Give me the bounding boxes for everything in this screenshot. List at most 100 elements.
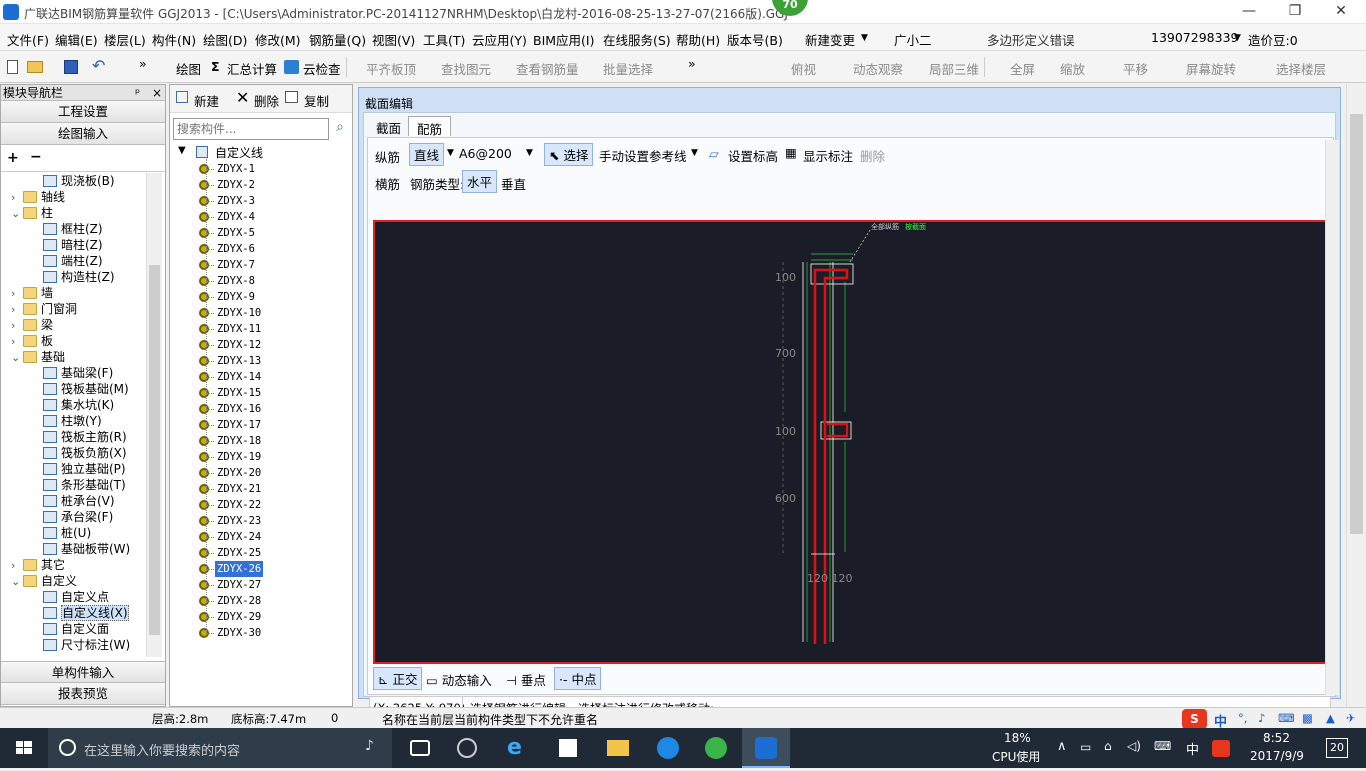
horizontal-button[interactable]: 水平 xyxy=(462,170,498,193)
chevron-down-icon[interactable]: ▼ xyxy=(447,148,454,158)
component-list-item[interactable]: ZDYX-11 xyxy=(199,321,263,337)
component-list-item[interactable]: ZDYX-27 xyxy=(199,577,263,593)
nav-tree-item[interactable]: 自定义面 xyxy=(43,621,109,637)
nav-tree-item[interactable]: ⌄ 基础 xyxy=(11,349,65,365)
windows-start-icon[interactable] xyxy=(0,728,48,768)
component-list-item[interactable]: ZDYX-4 xyxy=(199,209,257,225)
single-component-input-button[interactable]: 单构件输入 xyxy=(1,661,165,683)
pin-icon[interactable]: ᵖ xyxy=(135,85,140,101)
search-icon[interactable]: ⌕ xyxy=(331,119,349,139)
skin-icon[interactable]: ▩ xyxy=(1302,711,1313,725)
nav-tree-item[interactable]: › 墙 xyxy=(11,285,53,301)
vertical-button[interactable]: 垂直 xyxy=(501,174,526,193)
component-list-item[interactable]: ZDYX-14 xyxy=(199,369,263,385)
menu-cloud[interactable]: 云应用(Y) xyxy=(472,30,527,49)
menu-bim[interactable]: BIM应用(I) xyxy=(533,30,595,49)
show-dim-button[interactable]: 显示标注 xyxy=(803,146,853,165)
fullscreen-button[interactable]: 全屏 xyxy=(1010,59,1035,78)
midpoint-button[interactable]: ·- 中点 xyxy=(554,667,602,690)
pan-button[interactable]: 平移 xyxy=(1123,59,1148,78)
main-scrollbar[interactable] xyxy=(1346,84,1366,707)
zoom-button[interactable]: 缩放 xyxy=(1060,59,1085,78)
nav-tree-item[interactable]: 端柱(Z) xyxy=(43,253,103,269)
nav-tree-item[interactable]: 筏板主筋(R) xyxy=(43,429,127,445)
menu-floor[interactable]: 楼层(L) xyxy=(104,30,146,49)
expand-icon[interactable]: › xyxy=(11,302,23,318)
straight-line-button[interactable]: 直线 xyxy=(409,143,445,166)
component-list-item[interactable]: ZDYX-7 xyxy=(199,257,257,273)
component-list-item[interactable]: ZDYX-26 xyxy=(199,561,264,577)
batch-select-button[interactable]: 批量选择 xyxy=(603,59,653,78)
delete-component-button[interactable]: 删除 xyxy=(254,91,279,110)
nav-tree-item[interactable]: 构造柱(Z) xyxy=(43,269,115,285)
keyboard-icon[interactable]: ⌨ xyxy=(1278,711,1295,725)
nav-tree-item[interactable]: 条形基础(T) xyxy=(43,477,126,493)
file-explorer-icon[interactable] xyxy=(594,728,642,768)
rebar-canvas[interactable]: 全部纵筋 按截面 100 700 100 600 120 120 xyxy=(373,220,1336,664)
nav-tree-item[interactable]: 基础板带(W) xyxy=(43,541,130,557)
main-scrollbar-thumb[interactable] xyxy=(1350,114,1363,534)
edge-icon[interactable]: e xyxy=(492,728,540,768)
expand-all-icon[interactable]: + xyxy=(7,150,19,166)
menu-component[interactable]: 构件(N) xyxy=(152,30,196,49)
component-list-item[interactable]: ZDYX-21 xyxy=(199,481,263,497)
component-list-item[interactable]: ZDYX-29 xyxy=(199,609,263,625)
glodon-g-icon[interactable] xyxy=(644,728,692,768)
dynamic-input-button[interactable]: ▭ 动态输入 xyxy=(426,670,492,689)
store-icon[interactable] xyxy=(544,728,592,768)
flush-slab-button[interactable]: 平齐板顶 xyxy=(366,59,416,78)
component-list-item[interactable]: ZDYX-23 xyxy=(199,513,263,529)
collapse-icon[interactable]: ⌄ xyxy=(11,206,23,222)
punctuation-icon[interactable]: °, xyxy=(1238,711,1247,725)
component-list-item[interactable]: ZDYX-28 xyxy=(199,593,263,609)
restore-button[interactable]: ❐ xyxy=(1272,0,1318,24)
keyboard-tray-icon[interactable]: ⌨ xyxy=(1154,739,1171,753)
nav-tree-item[interactable]: 独立基础(P) xyxy=(43,461,126,477)
component-list-item[interactable]: ZDYX-24 xyxy=(199,529,263,545)
new-change-button[interactable]: 新建变更 xyxy=(805,30,855,49)
dialog-scrollbar[interactable] xyxy=(1325,140,1339,695)
dynamic-view-button[interactable]: 动态观察 xyxy=(853,59,903,78)
mic-icon[interactable]: ♪ xyxy=(365,738,374,754)
expand-icon[interactable]: › xyxy=(11,190,23,206)
component-list-item[interactable]: ZDYX-15 xyxy=(199,385,263,401)
component-list-item[interactable]: ZDYX-3 xyxy=(199,193,257,209)
expand-icon[interactable]: › xyxy=(11,558,23,574)
component-list-item[interactable]: ZDYX-18 xyxy=(199,433,263,449)
nav-tree-item[interactable]: 承台梁(F) xyxy=(43,509,113,525)
close-icon[interactable]: × xyxy=(152,85,162,101)
menu-tools[interactable]: 工具(T) xyxy=(423,30,465,49)
menu-help[interactable]: 帮助(H) xyxy=(676,30,720,49)
local-3d-button[interactable]: 局部三维 xyxy=(929,59,979,78)
nav-tree-item[interactable]: 框柱(Z) xyxy=(43,221,103,237)
nav-tree-item[interactable]: 筏板基础(M) xyxy=(43,381,129,397)
nav-tree-item[interactable]: 尺寸标注(W) xyxy=(43,637,130,653)
save-icon[interactable] xyxy=(64,60,78,74)
component-list-item[interactable]: ZDYX-1 xyxy=(199,161,257,177)
volume-icon[interactable]: ◁) xyxy=(1127,739,1141,753)
nav-tree-item[interactable]: 自定义点 xyxy=(43,589,109,605)
tools-icon[interactable]: ✈ xyxy=(1346,711,1356,725)
component-list-item[interactable]: ZDYX-2 xyxy=(199,177,257,193)
undo-icon[interactable]: ↶ xyxy=(92,56,105,75)
screen-rotate-button[interactable]: 屏幕旋转 xyxy=(1186,59,1236,78)
expand-icon[interactable]: › xyxy=(11,286,23,302)
tab-section[interactable]: 截面 xyxy=(368,116,409,136)
nav-scrollbar[interactable] xyxy=(146,173,162,657)
tree-root-label[interactable]: 自定义线 xyxy=(215,144,263,161)
network-icon[interactable]: ⌂ xyxy=(1104,739,1112,753)
input-language[interactable]: 中 xyxy=(1186,739,1199,758)
nav-scrollbar-thumb[interactable] xyxy=(149,265,160,635)
microphone-icon[interactable]: ♪ xyxy=(1258,711,1265,725)
nav-tree-item[interactable]: 现浇板(B) xyxy=(43,173,115,189)
component-list-item[interactable]: ZDYX-20 xyxy=(199,465,263,481)
nav-tree-item[interactable]: › 板 xyxy=(11,333,53,349)
browser-icon[interactable] xyxy=(444,728,492,768)
menu-view[interactable]: 视图(V) xyxy=(372,30,415,49)
component-list-item[interactable]: ZDYX-25 xyxy=(199,545,263,561)
new-component-button[interactable]: 新建 xyxy=(194,91,219,110)
collapse-all-icon[interactable]: − xyxy=(30,149,42,165)
component-list-item[interactable]: ZDYX-6 xyxy=(199,241,257,257)
chevron-down-icon[interactable]: ▼ xyxy=(526,148,533,158)
360-browser-icon[interactable] xyxy=(692,728,740,768)
